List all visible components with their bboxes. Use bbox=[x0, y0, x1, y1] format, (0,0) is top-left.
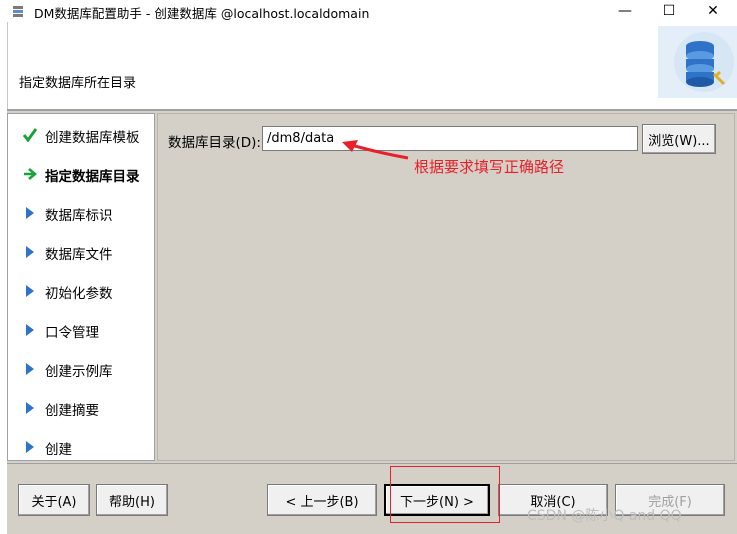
maximize-button[interactable]: ☐ bbox=[646, 0, 692, 22]
step-item: 数据库标识 bbox=[8, 201, 154, 225]
step-item: 创建示例库 bbox=[8, 357, 154, 381]
annotation-text: 根据要求填写正确路径 bbox=[414, 158, 565, 176]
step-label: 创建数据库模板 bbox=[45, 130, 140, 146]
checkmark-icon bbox=[23, 128, 37, 142]
step-item: 创建数据库模板 bbox=[8, 123, 154, 147]
step-item: 初始化参数 bbox=[8, 279, 154, 303]
triangle-right-icon bbox=[26, 441, 34, 453]
triangle-right-icon bbox=[26, 402, 34, 414]
minimize-button[interactable]: — bbox=[602, 0, 648, 22]
browse-button[interactable]: 浏览(W)... bbox=[642, 124, 716, 154]
help-button[interactable]: 帮助(H) bbox=[96, 484, 168, 516]
step-item: 数据库文件 bbox=[8, 240, 154, 264]
step-label: 数据库标识 bbox=[45, 208, 113, 224]
about-button[interactable]: 关于(A) bbox=[18, 484, 90, 516]
database-directory-label: 数据库目录(D): bbox=[168, 135, 261, 151]
window-title: DM数据库配置助手 - 创建数据库 @localhost.localdomain bbox=[34, 6, 370, 21]
triangle-right-icon bbox=[26, 246, 34, 258]
maximize-icon: ☐ bbox=[662, 3, 676, 19]
step-label: 创建摘要 bbox=[45, 403, 99, 419]
database-stack-icon bbox=[658, 26, 737, 98]
triangle-right-icon bbox=[26, 363, 34, 375]
close-button[interactable]: ✕ bbox=[690, 0, 736, 22]
step-label: 指定数据库目录 bbox=[45, 169, 140, 185]
triangle-right-icon bbox=[26, 285, 34, 297]
triangle-right-icon bbox=[26, 324, 34, 336]
step-list: 创建数据库模板 指定数据库目录 数据库标识 数据库文件 初始化参数 口令管理 创… bbox=[7, 113, 155, 461]
step-item-current: 指定数据库目录 bbox=[8, 162, 154, 186]
previous-button[interactable]: < 上一步(B) bbox=[267, 484, 377, 516]
minimize-icon: — bbox=[618, 3, 632, 19]
wizard-header: 指定数据库所在目录 bbox=[7, 22, 737, 110]
database-directory-input[interactable] bbox=[262, 126, 638, 151]
app-icon bbox=[13, 6, 23, 17]
title-bar: DM数据库配置助手 - 创建数据库 @localhost.localdomain… bbox=[0, 0, 737, 22]
bottom-divider bbox=[7, 463, 737, 464]
annotation-highlight-box bbox=[390, 466, 500, 523]
step-item: 创建摘要 bbox=[8, 396, 154, 420]
step-label: 数据库文件 bbox=[45, 247, 113, 263]
step-item: 创建 bbox=[8, 435, 154, 459]
triangle-right-icon bbox=[26, 207, 34, 219]
step-label: 口令管理 bbox=[45, 325, 99, 341]
step-label: 初始化参数 bbox=[45, 286, 113, 302]
step-item: 口令管理 bbox=[8, 318, 154, 342]
step-label: 创建 bbox=[45, 442, 72, 458]
step-label: 创建示例库 bbox=[45, 364, 113, 380]
arrow-right-icon bbox=[24, 168, 37, 180]
close-icon: ✕ bbox=[707, 3, 719, 19]
watermark: CSDN @陈小Q and QQ bbox=[527, 508, 682, 524]
page-title: 指定数据库所在目录 bbox=[19, 76, 137, 91]
annotation-arrow-icon bbox=[342, 140, 409, 160]
